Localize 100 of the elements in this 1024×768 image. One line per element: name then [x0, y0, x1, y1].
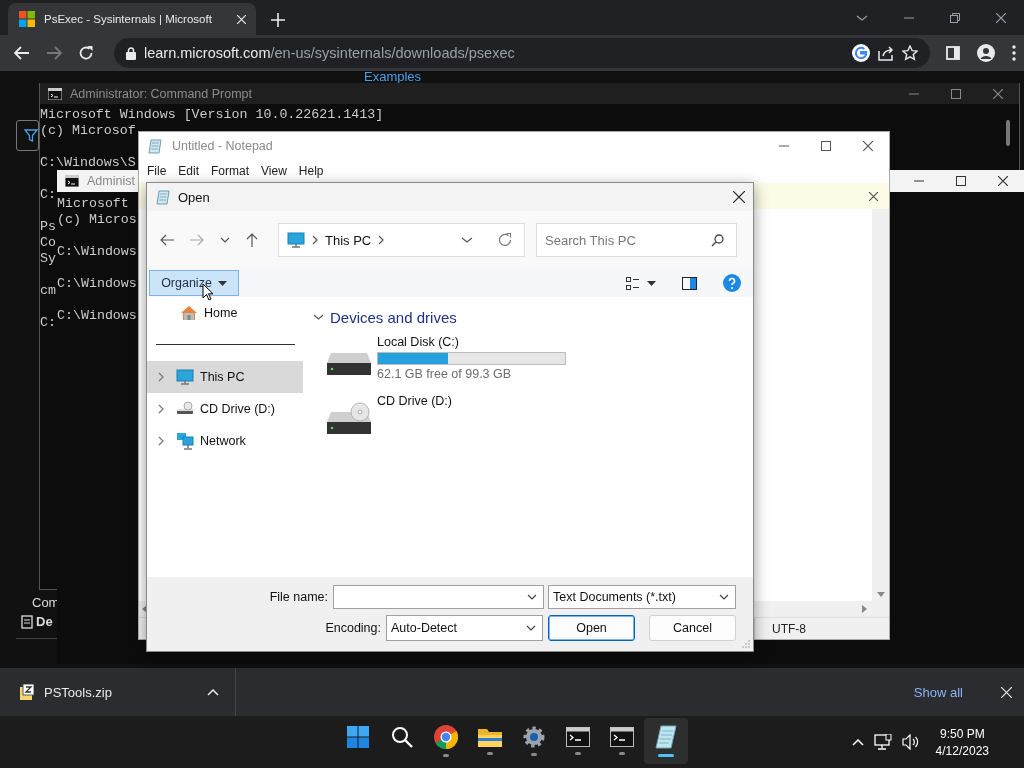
disc-drive-icon: [176, 401, 194, 417]
window-title: Administrator: Command Prompt: [70, 86, 253, 101]
restore-icon[interactable]: [950, 12, 960, 23]
star-icon[interactable]: [902, 45, 918, 61]
show-all-link[interactable]: Show all: [913, 684, 963, 700]
notepad-icon: [654, 725, 678, 749]
group-header[interactable]: Devices and drives: [313, 307, 753, 327]
refresh-icon[interactable]: [498, 233, 512, 247]
taskbar-button[interactable]: [644, 718, 688, 764]
close-icon[interactable]: [863, 140, 873, 151]
resize-grip-icon[interactable]: [742, 640, 750, 648]
breadcrumb[interactable]: This PC: [325, 232, 372, 248]
caret-down-icon[interactable]: [647, 280, 656, 286]
dialog-button[interactable]: Open: [548, 615, 635, 641]
console-line: Microsoft Windows [Version 10.0.22621.1413]: [40, 107, 384, 123]
zip-file-icon: [20, 684, 34, 700]
chevron-down-icon[interactable]: [527, 594, 537, 600]
maximize-icon[interactable]: [951, 88, 961, 99]
maximize-icon[interactable]: [821, 140, 831, 151]
back-arrow-icon[interactable]: [160, 234, 174, 246]
up-arrow-icon[interactable]: [246, 233, 258, 247]
menu-item[interactable]: View: [255, 164, 293, 178]
nav-item[interactable]: Network: [147, 425, 303, 457]
new-tab-icon[interactable]: [271, 13, 285, 27]
encoding-status: UTF-8: [771, 621, 806, 636]
chevron-right-icon[interactable]: [158, 404, 164, 414]
chevron-right-icon[interactable]: [158, 436, 164, 446]
menu-item[interactable]: Format: [205, 164, 256, 178]
chevron-up-icon[interactable]: [207, 688, 219, 696]
network-icon: [176, 432, 194, 450]
scrollbar[interactable]: [872, 209, 889, 601]
help-icon[interactable]: [723, 274, 741, 292]
menu-item[interactable]: Help: [292, 164, 330, 178]
document-icon: [21, 614, 33, 629]
search-icon[interactable]: [711, 234, 724, 247]
dialog-title: Open: [178, 189, 211, 205]
preview-pane-icon[interactable]: [682, 276, 697, 290]
chevron-down-icon[interactable]: [220, 237, 230, 243]
chevron-down-icon[interactable]: [526, 625, 536, 631]
chevron-down-icon[interactable]: [856, 14, 868, 21]
google-g-icon[interactable]: [852, 44, 870, 62]
windows-logo-icon: [19, 11, 35, 27]
share-icon[interactable]: [878, 45, 894, 61]
clock[interactable]: 9:50 PM 4/12/2023: [935, 726, 989, 758]
network-icon[interactable]: [873, 734, 892, 750]
chevron-right-icon[interactable]: [378, 235, 385, 245]
url-text: learn.microsoft.com/en-us/sysinternals/downloads/psexec: [144, 45, 516, 61]
console-line: Co: [40, 235, 56, 251]
close-icon[interactable]: [869, 191, 878, 201]
close-icon[interactable]: [996, 12, 1006, 23]
scrollbar-thumb[interactable]: [1006, 120, 1010, 146]
tab-title: PsExec - Sysinternals | Microsoft: [44, 13, 213, 25]
nav-item[interactable]: CD Drive (D:): [147, 393, 303, 425]
chevron-right-icon[interactable]: [312, 235, 318, 245]
view-options-icon[interactable]: [626, 276, 639, 290]
chevron-down-icon[interactable]: [461, 237, 473, 243]
console-line: (c) Microsof: [40, 123, 136, 139]
lock-icon[interactable]: [126, 46, 136, 60]
address-bar[interactable]: learn.microsoft.com/en-us/sysinternals/downloads/psexec: [114, 38, 930, 68]
start-icon: [347, 726, 369, 748]
address-field[interactable]: This PC: [278, 223, 525, 257]
filter-icon: [24, 129, 38, 142]
organize-button[interactable]: Organize: [149, 270, 239, 296]
disc-drive-icon[interactable]: [327, 400, 371, 434]
console-line: C:\Windows\S: [40, 155, 136, 171]
console-line: Ps: [40, 219, 56, 235]
profile-icon[interactable]: [977, 44, 995, 62]
console-line: (c) Micros: [57, 212, 137, 228]
dialog-button[interactable]: Cancel: [649, 615, 736, 641]
drive-name[interactable]: CD Drive (D:): [377, 394, 452, 409]
caret-down-icon[interactable]: [217, 280, 227, 286]
console-line: C:: [40, 315, 56, 331]
close-icon[interactable]: [733, 191, 745, 203]
search-field[interactable]: Search This PC: [536, 223, 737, 257]
menu-item[interactable]: File: [141, 164, 173, 178]
drive-name[interactable]: Local Disk (C:): [377, 335, 566, 350]
close-icon[interactable]: [998, 176, 1008, 186]
chevron-right-icon[interactable]: [158, 372, 164, 382]
field-label: File name:: [269, 590, 328, 604]
chevron-down-icon[interactable]: [313, 314, 324, 320]
chevron-down-icon[interactable]: [719, 594, 729, 600]
volume-icon[interactable]: [901, 734, 920, 750]
reload-icon[interactable]: [78, 45, 94, 61]
menu-item[interactable]: Edit: [172, 164, 206, 178]
nav-item[interactable]: This PC: [147, 361, 303, 393]
more-menu-icon[interactable]: [1012, 45, 1016, 61]
file-type-dropdown[interactable]: Text Documents (*.txt): [548, 585, 736, 609]
forward-arrow-icon[interactable]: [46, 46, 62, 60]
encoding-dropdown[interactable]: Auto-Detect: [386, 615, 543, 641]
nav-link[interactable]: De: [36, 614, 53, 629]
maximize-icon[interactable]: [956, 176, 966, 186]
page-link[interactable]: Examples: [364, 71, 422, 84]
file-name-field[interactable]: [333, 585, 544, 609]
browser-tab[interactable]: PsExec - Sysinternals | Microsoft: [8, 3, 256, 35]
side-panel-icon[interactable]: [946, 46, 960, 60]
scroll-down-icon[interactable]: [876, 592, 885, 597]
nav-item[interactable]: Home: [147, 303, 303, 323]
notepad-icon: [148, 137, 164, 154]
scroll-right-icon[interactable]: [862, 605, 867, 613]
home-icon: [180, 305, 198, 321]
